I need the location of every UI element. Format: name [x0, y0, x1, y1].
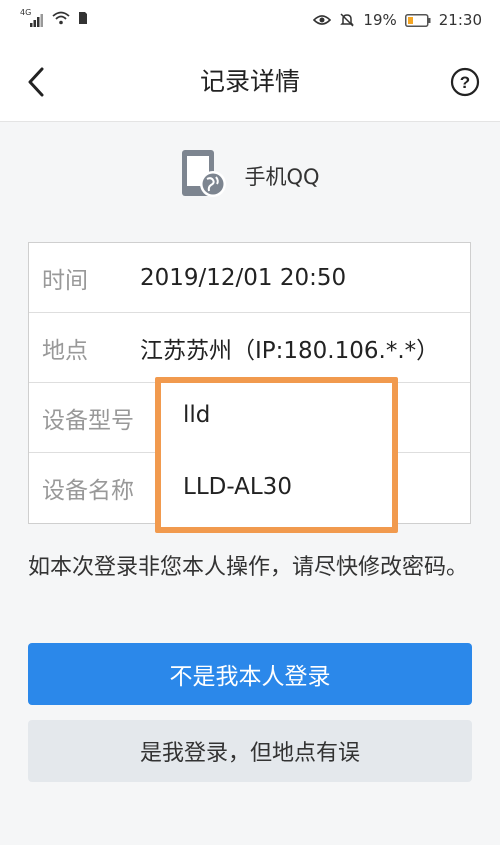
device-model-value: lld — [183, 402, 211, 428]
wifi-icon — [52, 11, 70, 29]
status-right: 19% 21:30 — [313, 11, 482, 29]
record-label: 地点 — [42, 337, 88, 364]
highlight-box — [155, 377, 398, 533]
not-me-button[interactable]: 不是我本人登录 — [28, 643, 472, 705]
clock: 21:30 — [438, 11, 482, 29]
wrong-location-button[interactable]: 是我登录，但地点有误 — [28, 720, 472, 782]
question-circle-icon[interactable]: ? — [450, 67, 480, 97]
nav-bar: 记录详情 ? — [0, 40, 500, 122]
device-globe-icon — [180, 148, 228, 204]
app-name: 手机QQ — [244, 165, 320, 189]
record-value: 2019/12/01 20:50 — [140, 264, 347, 291]
page-title: 记录详情 — [199, 67, 300, 96]
status-left: 4G — [20, 8, 88, 29]
network-type: 4G — [20, 8, 32, 17]
battery-percent: 19% — [363, 11, 397, 29]
record-row-time: 时间 2019/12/01 20:50 — [29, 243, 470, 313]
signal-icon: 4G — [20, 8, 44, 28]
record-label: 设备型号 — [42, 407, 134, 434]
app-identity: 手机QQ — [0, 148, 500, 204]
mute-icon — [339, 12, 355, 28]
record-row-location: 地点 江苏苏州（IP:180.106.*.*） — [29, 313, 470, 383]
help-glyph: ? — [460, 73, 470, 92]
battery-icon — [404, 13, 431, 27]
sim-icon — [78, 11, 88, 29]
security-notice: 如本次登录非您本人操作，请尽快修改密码。 — [28, 555, 469, 580]
record-label: 设备名称 — [42, 478, 134, 504]
status-bar: 4G 19% 21:30 — [0, 0, 500, 40]
eye-icon — [313, 14, 332, 26]
record-label: 时间 — [42, 267, 88, 294]
record-value: 江苏苏州（IP:180.106.*.*） — [140, 337, 440, 364]
device-name-value: LLD-AL30 — [183, 474, 292, 500]
